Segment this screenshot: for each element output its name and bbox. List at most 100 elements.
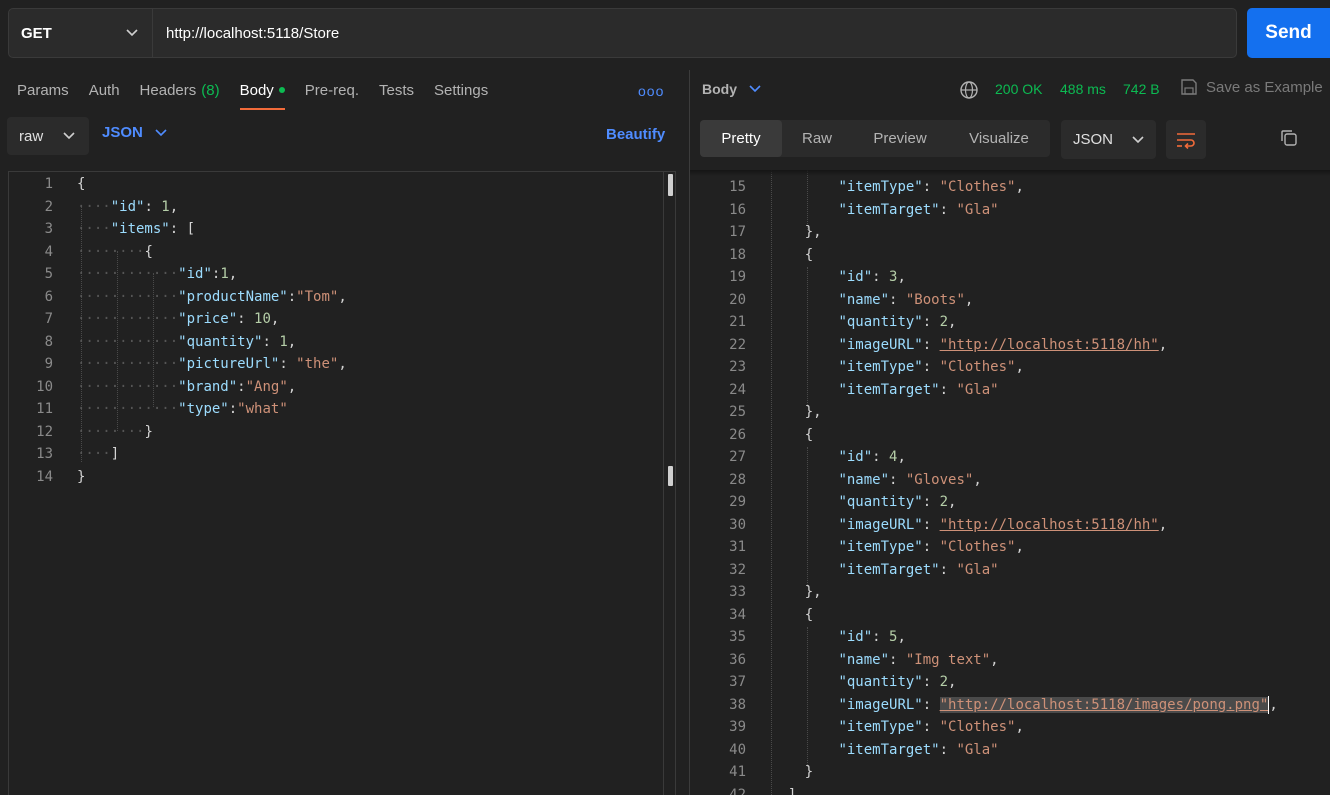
line-number: 34 bbox=[729, 606, 746, 623]
json-string: "Tom" bbox=[296, 288, 339, 305]
line-text: "itemType": "Clothes", bbox=[771, 356, 1023, 378]
method-select[interactable]: GET bbox=[9, 9, 153, 57]
punct: , bbox=[897, 629, 906, 645]
line-number: 15 bbox=[729, 179, 746, 195]
body-mode-label: raw bbox=[19, 127, 44, 145]
line-number: 1 bbox=[44, 176, 53, 192]
whitespace-marker: ············ bbox=[77, 401, 179, 417]
punct: , bbox=[948, 674, 957, 690]
code-line: 36 "name": "Img text", bbox=[690, 649, 1330, 672]
line-number: 35 bbox=[729, 629, 746, 645]
json-key: "quantity" bbox=[838, 494, 923, 510]
request-body-editor[interactable]: 1{2 ····"id": 1, 3 ····"items": [4 ········{… bbox=[8, 171, 676, 795]
globe-icon[interactable] bbox=[959, 80, 979, 100]
line-number: 10 bbox=[36, 378, 53, 395]
code-line: 39 "itemType": "Clothes", bbox=[690, 716, 1330, 739]
tab-visualize[interactable]: Visualize bbox=[948, 120, 1050, 157]
code-line: 9 ············"pictureUrl": "the", bbox=[9, 353, 675, 376]
response-body-viewer[interactable]: 15 "itemType": "Clothes", 16 "itemTarget"… bbox=[690, 170, 1330, 795]
line-number: 23 bbox=[729, 359, 746, 375]
tab-auth-label: Auth bbox=[88, 81, 120, 99]
line-text: "name": "Img text", bbox=[771, 649, 998, 671]
json-key: "itemTarget" bbox=[838, 381, 940, 398]
json-key: "id" bbox=[178, 266, 212, 282]
copy-icon[interactable] bbox=[1279, 128, 1299, 148]
json-string: "Clothes" bbox=[939, 539, 1016, 555]
line-number: 9 bbox=[44, 356, 53, 372]
code-line: 23 "itemType": "Clothes", bbox=[690, 356, 1330, 379]
chevron-down-icon bbox=[63, 132, 75, 140]
send-button[interactable]: Send bbox=[1247, 8, 1330, 58]
response-body-select[interactable]: Body bbox=[702, 81, 761, 97]
request-tabs: Params Auth Headers (8) Body Pre-req. Tes… bbox=[17, 70, 508, 110]
json-key: "itemType" bbox=[838, 539, 923, 555]
line-number: 25 bbox=[729, 404, 746, 420]
whitespace-marker: ···· bbox=[77, 221, 111, 237]
code-line: 20 "name": "Boots", bbox=[690, 289, 1330, 312]
line-text: ············"id":1, bbox=[77, 263, 237, 285]
tab-params[interactable]: Params bbox=[17, 70, 69, 110]
whitespace-marker: ············ bbox=[77, 266, 179, 282]
tab-auth[interactable]: Auth bbox=[89, 70, 120, 110]
code-line: 25 }, bbox=[690, 401, 1330, 424]
tab-body[interactable]: Body bbox=[239, 70, 286, 110]
more-options-icon[interactable]: ooo bbox=[638, 83, 664, 99]
beautify-button[interactable]: Beautify bbox=[606, 126, 665, 143]
tab-prereq-label: Pre-req. bbox=[304, 81, 359, 99]
punct: : bbox=[922, 539, 940, 555]
brace: }, bbox=[771, 404, 822, 420]
tab-raw[interactable]: Raw bbox=[782, 120, 852, 157]
tab-prereq[interactable]: Pre-req. bbox=[305, 70, 359, 110]
tab-pretty[interactable]: Pretty bbox=[700, 120, 782, 157]
line-number: 22 bbox=[729, 336, 746, 353]
line-text: }, bbox=[771, 221, 822, 243]
punct: , bbox=[228, 266, 238, 282]
editor-scrollbar-thumb[interactable] bbox=[668, 466, 673, 486]
json-number: 2 bbox=[939, 314, 949, 330]
punct: , bbox=[287, 333, 297, 350]
code-line: 12 ········} bbox=[9, 421, 675, 444]
json-key: "name" bbox=[838, 651, 890, 668]
body-mode-select[interactable]: raw bbox=[7, 117, 89, 155]
response-time[interactable]: 488 ms bbox=[1060, 81, 1106, 97]
json-number: 2 bbox=[939, 674, 949, 690]
save-as-example-button[interactable]: Save as Example bbox=[1180, 78, 1323, 96]
line-text: "imageURL": "http://localhost:5118/hh", bbox=[771, 514, 1167, 536]
url-input[interactable]: http://localhost:5118/Store bbox=[153, 25, 339, 42]
code-line: 33 }, bbox=[690, 581, 1330, 604]
punct: : bbox=[237, 311, 255, 327]
tab-preview[interactable]: Preview bbox=[852, 120, 948, 157]
line-text: ] bbox=[771, 784, 796, 795]
wrap-lines-button[interactable] bbox=[1166, 120, 1206, 159]
brace: }, bbox=[771, 584, 822, 600]
response-format-select[interactable]: JSON bbox=[1061, 120, 1156, 159]
response-pane: Body 200 OK 488 ms 742 B Save as Example… bbox=[690, 70, 1330, 795]
whitespace-marker: ············ bbox=[77, 356, 179, 372]
line-text: ····"items": [ bbox=[77, 218, 195, 240]
line-number: 32 bbox=[729, 561, 746, 578]
code-line: 14} bbox=[9, 466, 675, 489]
tab-body-label: Body bbox=[239, 81, 274, 99]
punct: , bbox=[897, 449, 906, 465]
tab-settings[interactable]: Settings bbox=[434, 70, 488, 110]
whitespace-marker: ············ bbox=[77, 333, 179, 350]
code-line: 7 ············"price": 10, bbox=[9, 308, 675, 331]
body-language-select[interactable]: JSON bbox=[102, 124, 167, 141]
tab-raw-label: Raw bbox=[801, 130, 832, 147]
status-badge[interactable]: 200 OK bbox=[995, 81, 1042, 97]
punct: , bbox=[897, 269, 906, 285]
line-number: 39 bbox=[729, 719, 746, 735]
editor-scrollbar-thumb[interactable] bbox=[668, 174, 673, 196]
tab-tests[interactable]: Tests bbox=[379, 70, 414, 110]
json-key: "itemType" bbox=[838, 719, 923, 735]
line-text: }, bbox=[771, 401, 822, 423]
json-string: "the" bbox=[296, 356, 339, 372]
response-size[interactable]: 742 B bbox=[1123, 81, 1160, 97]
code-line: 40 "itemTarget": "Gla" bbox=[690, 739, 1330, 762]
tab-headers[interactable]: Headers (8) bbox=[140, 70, 220, 110]
code-line: 10 ············"brand":"Ang", bbox=[9, 376, 675, 399]
